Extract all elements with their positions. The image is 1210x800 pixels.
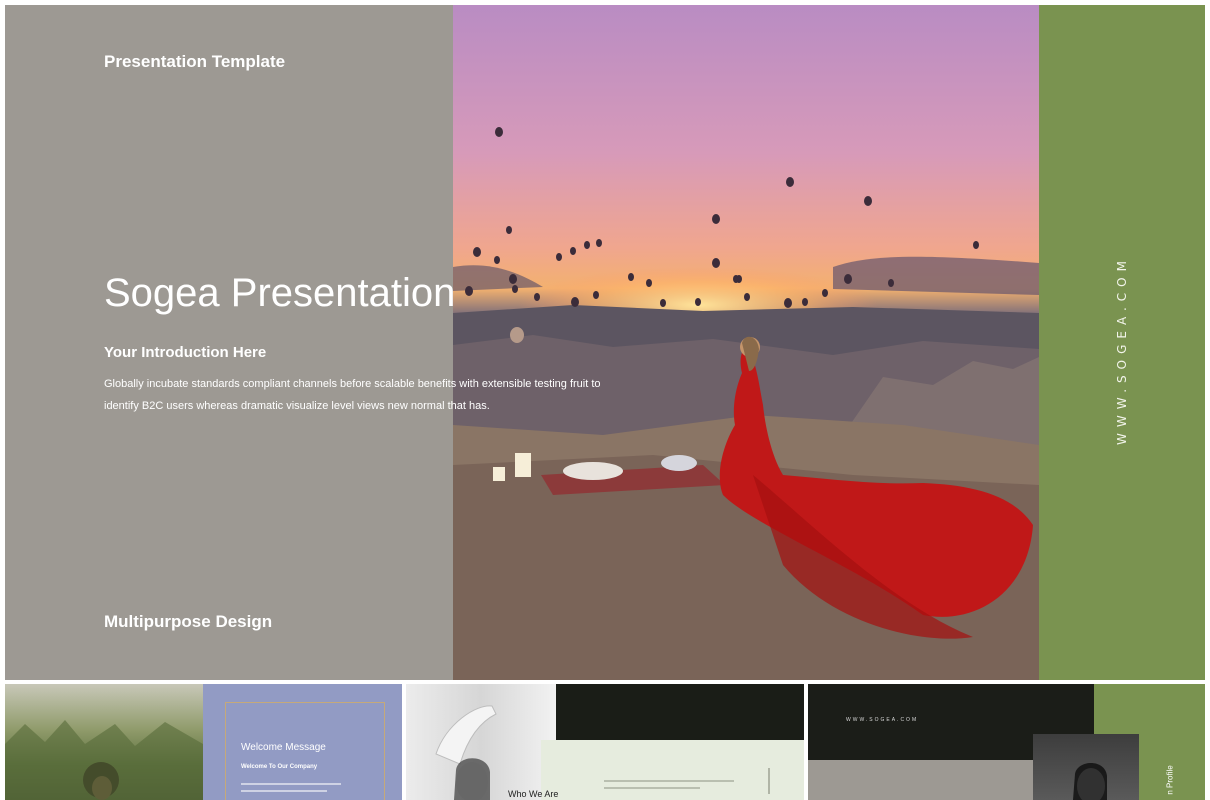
thumbnail-photo <box>1033 734 1139 800</box>
balloon-near <box>510 327 524 343</box>
intro-body-text: Globally incubate standards compliant ch… <box>104 378 601 412</box>
pillow <box>563 462 623 480</box>
woman-portrait-illustration <box>435 705 497 800</box>
woman-portrait-illustration <box>1073 763 1107 800</box>
left-gray-panel <box>5 5 453 680</box>
thumbnail-side-label: n Profile <box>1165 765 1175 795</box>
text-line <box>604 787 700 789</box>
hero-photo <box>453 5 1039 680</box>
pillow <box>661 455 697 471</box>
landscape-illustration <box>453 127 1039 680</box>
text-line <box>604 780 734 782</box>
thumbnail-heading: Who We Are <box>508 789 559 799</box>
thumbnail-photo <box>5 684 203 800</box>
thumbnail-welcome-slide[interactable]: Welcome Message Welcome To Our Company <box>5 684 402 800</box>
footer-label: Multipurpose Design <box>104 612 273 631</box>
thumbnail-who-we-are-slide[interactable]: Who We Are <box>406 684 804 800</box>
thumbnail-url: WWW.SOGEA.COM <box>846 717 919 723</box>
thumbnail-dark-panel <box>556 684 804 740</box>
cloud <box>833 256 1039 295</box>
thumbnail-heading: Welcome Message <box>241 742 326 753</box>
text-line <box>241 790 327 792</box>
main-slide[interactable]: WWW.SOGEA.COM Presentation Template Soge… <box>5 5 1205 680</box>
vertical-label <box>768 768 770 794</box>
thumbnail-subheading: Welcome To Our Company <box>241 764 318 770</box>
thumbnail-card <box>541 740 804 800</box>
woman-in-field-illustration <box>5 720 203 800</box>
candle <box>493 467 505 481</box>
slide-title: Sogea Presentation <box>104 271 456 315</box>
thumbnail-photo <box>406 684 556 800</box>
thumbnail-profile-slide[interactable]: WWW.SOGEA.COM n Profile <box>808 684 1205 800</box>
website-vertical-text: WWW.SOGEA.COM <box>1115 255 1129 445</box>
intro-heading: Your Introduction Here <box>104 344 267 361</box>
text-line <box>241 783 341 785</box>
candle <box>515 453 531 477</box>
template-label: Presentation Template <box>104 52 286 71</box>
